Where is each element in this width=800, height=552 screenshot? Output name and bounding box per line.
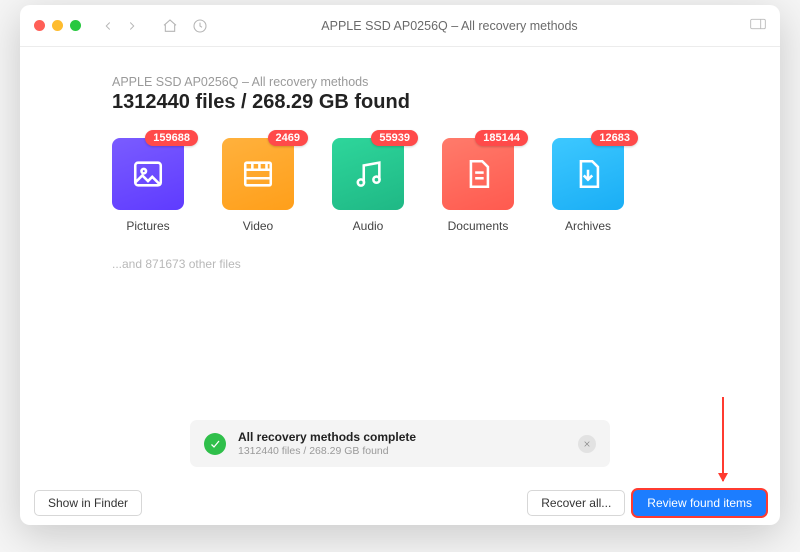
audio-label: Audio xyxy=(353,219,384,233)
breadcrumb: APPLE SSD AP0256Q – All recovery methods xyxy=(112,75,688,89)
show-in-finder-button[interactable]: Show in Finder xyxy=(34,490,142,516)
annotation-arrow xyxy=(722,397,724,481)
category-video[interactable]: 2469 Video xyxy=(222,138,294,233)
archives-label: Archives xyxy=(565,219,611,233)
nav-cluster xyxy=(99,17,209,35)
panel-toggle-button[interactable] xyxy=(750,17,766,35)
pictures-tile: 159688 xyxy=(112,138,184,210)
archives-tile: 12683 xyxy=(552,138,624,210)
audio-tile: 55939 xyxy=(332,138,404,210)
documents-tile: 185144 xyxy=(442,138,514,210)
zoom-window-button[interactable] xyxy=(70,20,81,31)
history-button[interactable] xyxy=(191,17,209,35)
documents-count-badge: 185144 xyxy=(475,130,528,146)
music-icon xyxy=(351,157,385,191)
video-label: Video xyxy=(243,219,273,233)
pictures-label: Pictures xyxy=(126,219,169,233)
status-title: All recovery methods complete xyxy=(238,430,566,444)
status-subtitle: 1312440 files / 268.29 GB found xyxy=(238,445,566,457)
window-controls xyxy=(34,20,81,31)
category-archives[interactable]: 12683 Archives xyxy=(552,138,624,233)
archives-count-badge: 12683 xyxy=(591,130,638,146)
content-area: APPLE SSD AP0256Q – All recovery methods… xyxy=(20,47,780,525)
category-pictures[interactable]: 159688 Pictures xyxy=(112,138,184,233)
other-files-text: ...and 871673 other files xyxy=(112,257,688,271)
titlebar: APPLE SSD AP0256Q – All recovery methods xyxy=(20,5,780,47)
video-tile: 2469 xyxy=(222,138,294,210)
review-found-items-button[interactable]: Review found items xyxy=(633,490,766,516)
footer-bar: Show in Finder Recover all... Review fou… xyxy=(20,481,780,525)
status-panel: All recovery methods complete 1312440 fi… xyxy=(190,420,610,467)
minimize-window-button[interactable] xyxy=(52,20,63,31)
film-icon xyxy=(241,157,275,191)
audio-count-badge: 55939 xyxy=(371,130,418,146)
pictures-count-badge: 159688 xyxy=(145,130,198,146)
close-window-button[interactable] xyxy=(34,20,45,31)
window-title: APPLE SSD AP0256Q – All recovery methods xyxy=(209,19,750,33)
forward-button[interactable] xyxy=(123,17,141,35)
category-row: 159688 Pictures 2469 Video 55939 Audio xyxy=(112,138,688,233)
document-icon xyxy=(461,157,495,191)
dismiss-status-button[interactable] xyxy=(578,435,596,453)
results-headline: 1312440 files / 268.29 GB found xyxy=(112,91,688,114)
video-count-badge: 2469 xyxy=(268,130,308,146)
back-button[interactable] xyxy=(99,17,117,35)
recover-all-button[interactable]: Recover all... xyxy=(527,490,625,516)
category-documents[interactable]: 185144 Documents xyxy=(442,138,514,233)
status-text: All recovery methods complete 1312440 fi… xyxy=(238,430,566,457)
app-window: APPLE SSD AP0256Q – All recovery methods… xyxy=(20,5,780,525)
category-audio[interactable]: 55939 Audio xyxy=(332,138,404,233)
archive-icon xyxy=(571,157,605,191)
documents-label: Documents xyxy=(448,219,509,233)
home-button[interactable] xyxy=(161,17,179,35)
check-icon xyxy=(204,433,226,455)
image-icon xyxy=(131,157,165,191)
